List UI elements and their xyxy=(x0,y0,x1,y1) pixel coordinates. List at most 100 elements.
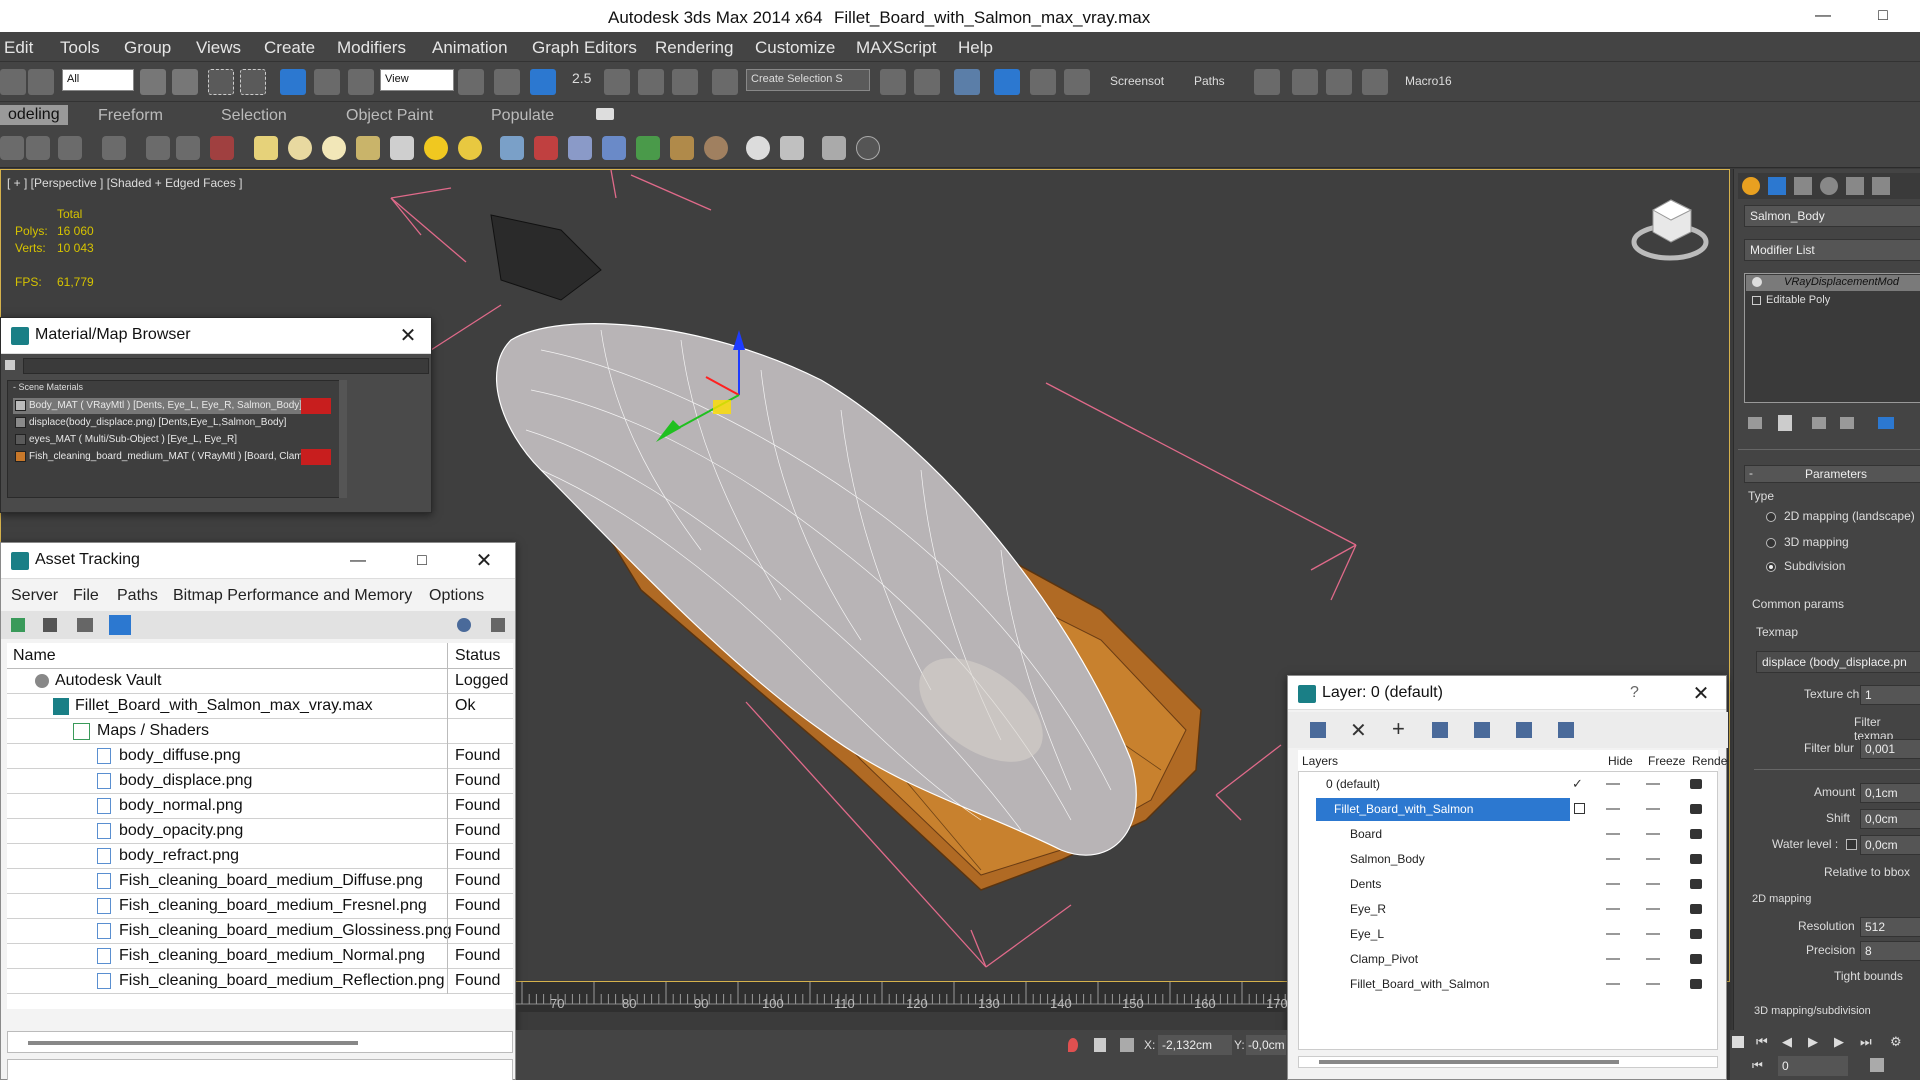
ribbon-toggle-icon[interactable] xyxy=(994,69,1020,95)
type-option-3d[interactable]: 3D mapping xyxy=(1784,535,1849,549)
hide-all-icon[interactable] xyxy=(1516,722,1532,738)
gear-icon[interactable] xyxy=(146,136,170,160)
menu-file[interactable]: File xyxy=(73,587,99,605)
layer-checkbox[interactable] xyxy=(1574,803,1585,814)
close-icon[interactable]: ✕ xyxy=(471,549,497,573)
ribbon-options-icon[interactable] xyxy=(596,108,614,120)
table-row[interactable]: Autodesk Vault Logged xyxy=(7,669,513,694)
table-row[interactable]: Fish_cleaning_board_medium_Glossiness.pn… xyxy=(7,919,513,944)
select-object-icon[interactable] xyxy=(140,69,166,95)
freeze-toggle[interactable] xyxy=(1646,908,1660,910)
freeze-toggle[interactable] xyxy=(1646,933,1660,935)
settings-icon[interactable] xyxy=(491,618,505,632)
material-item[interactable]: eyes_MAT ( Multi/Sub-Object ) [Eye_L, Ey… xyxy=(13,432,331,448)
table-row[interactable]: body_displace.png Found xyxy=(7,769,513,794)
manipulate-icon[interactable] xyxy=(494,69,520,95)
fur-icon[interactable] xyxy=(670,136,694,160)
menu-customize[interactable]: Customize xyxy=(755,38,835,58)
select-objects-icon[interactable] xyxy=(1432,722,1448,738)
hierarchy-tab-icon[interactable] xyxy=(1794,177,1812,195)
table-row[interactable]: Fish_cleaning_board_medium_Reflection.pn… xyxy=(7,969,513,994)
snowflake-icon[interactable] xyxy=(602,136,626,160)
active-layer-check-icon[interactable]: ✓ xyxy=(1572,776,1583,792)
snap-toggle-label[interactable]: 2.5 xyxy=(572,70,591,86)
tab-selection[interactable]: Selection xyxy=(221,107,287,125)
menu-rendering[interactable]: Rendering xyxy=(655,38,733,58)
mesh-icon[interactable] xyxy=(568,136,592,160)
layer-row[interactable]: Eye_R xyxy=(1300,897,1718,922)
render-toggle-icon[interactable] xyxy=(1690,979,1702,989)
modifier-stack-item[interactable]: VRayDisplacementMod xyxy=(1746,275,1920,291)
select-scale-icon[interactable] xyxy=(348,69,374,95)
plane-icon[interactable] xyxy=(254,136,278,160)
freeze-toggle[interactable] xyxy=(1646,983,1660,985)
render-toggle-icon[interactable] xyxy=(1690,954,1702,964)
modifier-list-select[interactable]: Modifier List xyxy=(1744,239,1920,261)
column-freeze[interactable]: Freeze xyxy=(1648,754,1685,768)
schematic-view-icon[interactable] xyxy=(1064,69,1090,95)
create-layer-icon[interactable] xyxy=(1310,722,1326,738)
hide-toggle[interactable] xyxy=(1606,933,1620,935)
freeze-toggle[interactable] xyxy=(1646,833,1660,835)
object-name-input[interactable]: Salmon_Body xyxy=(1744,205,1920,227)
menu-group[interactable]: Group xyxy=(124,38,171,58)
asset-tracking-titlebar[interactable]: Asset Tracking — □ ✕ xyxy=(1,543,515,579)
parameters-rollout[interactable]: - Parameters xyxy=(1744,465,1920,483)
type-radio-3d[interactable] xyxy=(1766,538,1776,548)
table-view-icon[interactable] xyxy=(109,615,131,635)
checker-icon[interactable] xyxy=(780,136,804,160)
menu-modifiers[interactable]: Modifiers xyxy=(337,38,406,58)
menu-animation[interactable]: Animation xyxy=(432,38,508,58)
render-production-icon[interactable] xyxy=(1326,69,1352,95)
scrollbar-thumb[interactable] xyxy=(1319,1060,1619,1064)
table-row[interactable]: Fish_cleaning_board_medium_Fresnel.png F… xyxy=(7,894,513,919)
menu-bitmap-performance[interactable]: Bitmap Performance and Memory xyxy=(173,587,412,605)
macro-button[interactable]: Macro16 xyxy=(1405,74,1452,88)
freeze-all-icon[interactable] xyxy=(1558,722,1574,738)
key-mode-icon[interactable] xyxy=(1732,1036,1744,1048)
previous-frame-icon[interactable]: ◀ xyxy=(1782,1034,1792,1050)
render-toggle-icon[interactable] xyxy=(1690,929,1702,939)
column-hide[interactable]: Hide xyxy=(1608,754,1633,768)
key-filter-icon[interactable]: ⚙ xyxy=(1890,1034,1902,1050)
x-coord-input[interactable]: -2,132cm xyxy=(1158,1035,1232,1055)
scene-explorer-icon[interactable] xyxy=(0,136,24,160)
water-level-checkbox[interactable] xyxy=(1846,839,1857,850)
tab-modeling[interactable]: odeling xyxy=(0,105,68,125)
asset-status-field[interactable] xyxy=(7,1059,513,1080)
time-config-icon[interactable] xyxy=(1870,1058,1884,1072)
refresh-icon[interactable] xyxy=(11,618,25,632)
freeze-toggle[interactable] xyxy=(1646,808,1660,810)
mirror-icon[interactable] xyxy=(880,69,906,95)
grid-icon[interactable] xyxy=(500,136,524,160)
bulb-icon[interactable] xyxy=(1752,277,1762,287)
amount-input[interactable]: 0,1cm xyxy=(1860,783,1920,803)
plant-icon[interactable] xyxy=(636,136,660,160)
texmap-button[interactable]: displace (body_displace.pn xyxy=(1756,651,1920,673)
material-browser-titlebar[interactable]: Material/Map Browser ✕ xyxy=(1,318,431,354)
filter-menu-icon[interactable] xyxy=(5,360,15,370)
screenshot-button[interactable]: Screensot xyxy=(1110,74,1164,88)
layer-row[interactable]: Salmon_Body xyxy=(1300,847,1718,872)
hide-toggle[interactable] xyxy=(1606,858,1620,860)
y-coord-input[interactable]: -0,0cm xyxy=(1246,1035,1286,1055)
viewport-label[interactable]: [ + ] [Perspective ] [Shaded + Edged Fac… xyxy=(7,176,242,190)
table-row[interactable]: Fish_cleaning_board_medium_Normal.png Fo… xyxy=(7,944,513,969)
menu-options[interactable]: Options xyxy=(429,587,484,605)
configure-sets-icon[interactable] xyxy=(1878,417,1894,429)
unlink-icon[interactable] xyxy=(28,69,54,95)
layer-manager-titlebar[interactable]: Layer: 0 (default) ? ✕ xyxy=(1288,676,1726,710)
help-button[interactable]: ? xyxy=(1630,684,1639,702)
sphere-tool-icon[interactable] xyxy=(176,136,200,160)
type-radio-subdivision[interactable] xyxy=(1766,562,1776,572)
white-sphere-icon[interactable] xyxy=(746,136,770,160)
modify-tab-icon[interactable] xyxy=(1768,177,1786,195)
select-rotate-icon[interactable] xyxy=(314,69,340,95)
maximize-icon[interactable]: □ xyxy=(409,549,435,573)
tab-object-paint[interactable]: Object Paint xyxy=(346,107,433,125)
render-toggle-icon[interactable] xyxy=(1690,779,1702,789)
table-row[interactable]: Maps / Shaders xyxy=(7,719,513,744)
show-end-result-icon[interactable] xyxy=(1778,415,1792,431)
pin-stack-icon[interactable] xyxy=(1748,417,1762,429)
help-icon[interactable] xyxy=(856,136,880,160)
